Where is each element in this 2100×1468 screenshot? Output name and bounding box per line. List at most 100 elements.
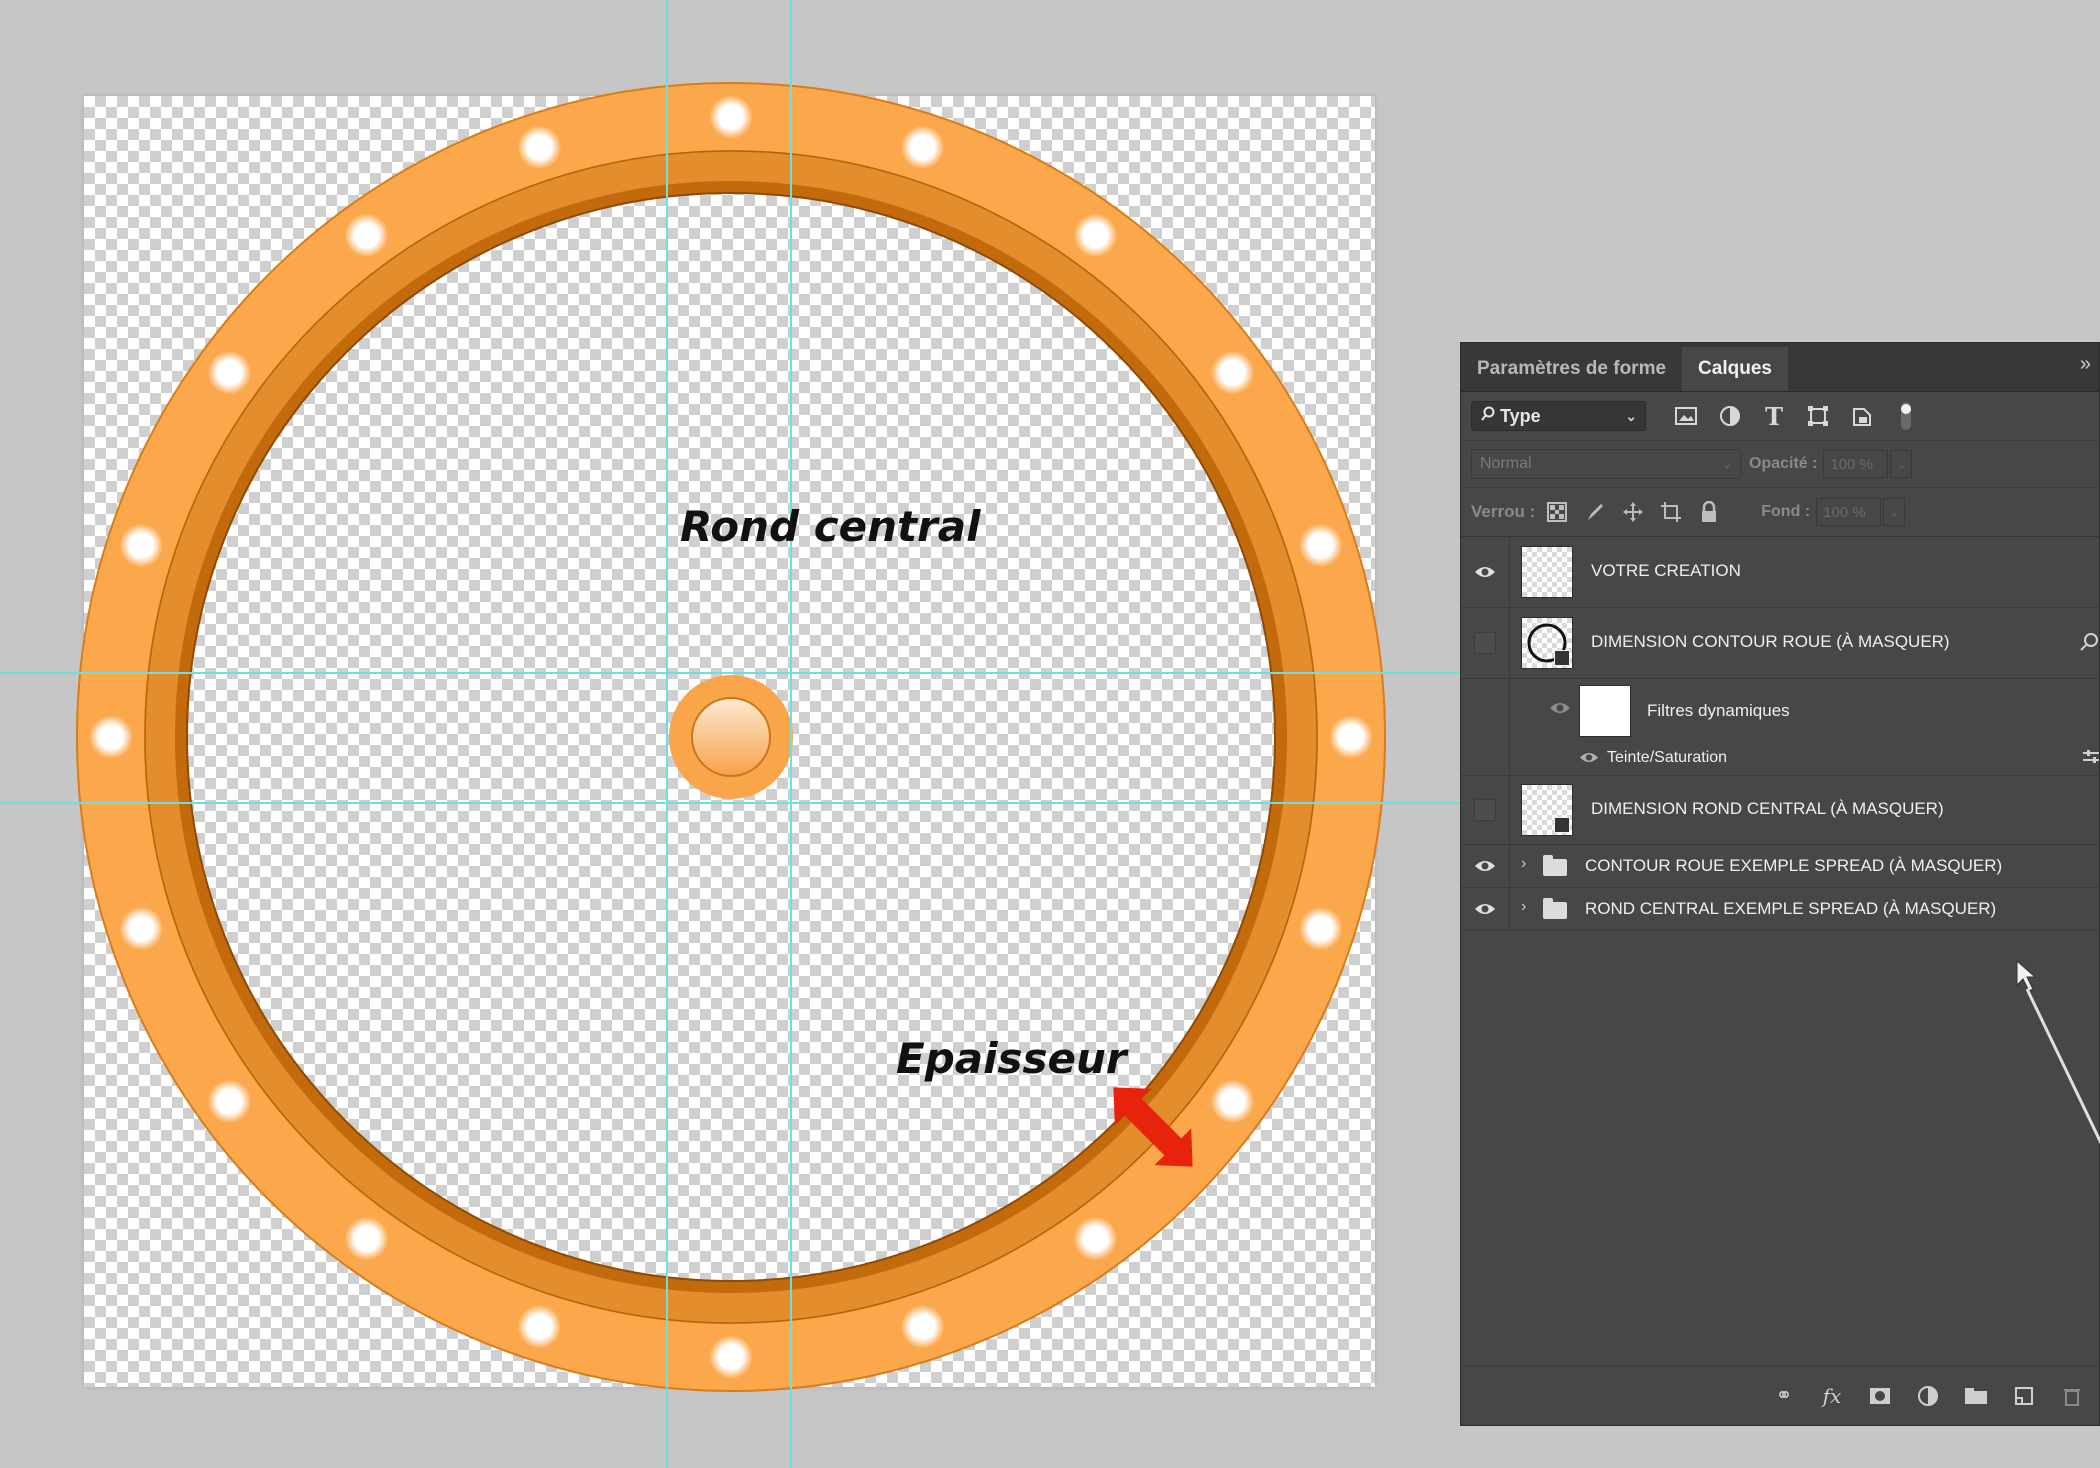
filter-kind-select[interactable]: Type ⌄	[1471, 401, 1646, 431]
folder-icon	[1543, 898, 1567, 919]
new-layer-icon[interactable]	[2011, 1383, 2037, 1409]
wheel-bulb	[119, 906, 164, 951]
layer-name: Filtres dynamiques	[1647, 701, 1790, 720]
lock-transparency-icon[interactable]	[1545, 500, 1569, 524]
visibility-toggle[interactable]	[1461, 537, 1510, 607]
panel-tab-bar: Paramètres de forme Calques »	[1461, 343, 2099, 392]
layer-group-contour-roue[interactable]: › CONTOUR ROUE EXEMPLE SPREAD (À MASQUER…	[1461, 845, 2099, 888]
wheel-bulb	[119, 523, 164, 568]
eye-icon[interactable]	[1579, 751, 1599, 769]
layer-group-rond-central[interactable]: › ROND CENTRAL EXEMPLE SPREAD (À MASQUER…	[1461, 888, 2099, 931]
wheel-bulb	[1210, 1079, 1255, 1124]
tab-layers[interactable]: Calques	[1682, 347, 1788, 391]
chevron-right-icon[interactable]: ›	[1521, 898, 1526, 916]
panel-footer: ⚭ fx	[1461, 1365, 2099, 1425]
smart-object-filter-icon[interactable]	[1848, 402, 1876, 430]
layer-smart-filters[interactable]: Filtres dynamiques	[1461, 679, 2099, 741]
folder-icon	[1543, 855, 1567, 876]
layer-name: DIMENSION CONTOUR ROUE (À MASQUER)	[1591, 632, 1950, 651]
fx-icon[interactable]: fx	[1819, 1383, 1845, 1409]
smart-object-icon	[1554, 817, 1570, 833]
hidden-eye-icon	[1474, 632, 1496, 654]
opacity-label: Opacité :	[1749, 455, 1818, 472]
layer-name: CONTOUR ROUE EXEMPLE SPREAD (À MASQUER)	[1585, 856, 2003, 875]
visibility-toggle[interactable]	[1461, 608, 1510, 678]
layers-panel: Paramètres de forme Calques » Type ⌄ T N…	[1460, 342, 2100, 1426]
visibility-toggle[interactable]	[1461, 776, 1510, 844]
layer-name: VOTRE CREATION	[1591, 561, 1741, 580]
layer-dimension-contour-roue[interactable]: DIMENSION CONTOUR ROUE (À MASQUER)	[1461, 608, 2099, 679]
layer-thumbnail	[1521, 546, 1573, 598]
wheel-bulb	[1298, 523, 1343, 568]
delete-layer-icon[interactable]	[2059, 1383, 2085, 1409]
eye-column	[1461, 679, 1510, 741]
wheel-bulb	[1073, 1216, 1118, 1261]
layer-filter-row: Type ⌄ T	[1461, 392, 2099, 441]
chevron-down-icon[interactable]: ⌄	[1890, 450, 1913, 478]
visibility-toggle[interactable]	[1461, 845, 1510, 887]
wheel-bulb	[344, 213, 389, 258]
mouse-cursor-icon	[2016, 959, 2100, 1144]
fill-field[interactable]: 100 %	[1816, 498, 1882, 526]
image-filter-icon[interactable]	[1672, 402, 1700, 430]
wheel-bulb	[89, 715, 133, 759]
layer-name: DIMENSION ROND CENTRAL (À MASQUER)	[1591, 799, 1944, 818]
chevron-right-icon[interactable]: ›	[1521, 855, 1526, 873]
eye-icon	[1475, 567, 1495, 577]
chevron-down-icon[interactable]: ⌄	[1883, 498, 1906, 526]
adjustment-filter-icon[interactable]	[1716, 402, 1744, 430]
eye-icon	[1475, 861, 1495, 871]
opacity-field[interactable]: 100 %	[1823, 450, 1889, 478]
center-annotation: Rond central	[680, 502, 981, 551]
new-group-icon[interactable]	[1963, 1383, 1989, 1409]
lock-row: Verrou : Fond : 100 % ⌄	[1461, 488, 2099, 537]
lock-position-icon[interactable]	[1621, 500, 1645, 524]
blend-mode-select[interactable]: Normal ⌄	[1471, 449, 1741, 479]
layer-votre-creation[interactable]: VOTRE CREATION	[1461, 537, 2099, 608]
lock-label: Verrou :	[1471, 502, 1536, 521]
lock-all-icon[interactable]	[1697, 500, 1721, 524]
layer-list: VOTRE CREATION DIMENSION CONTOUR ROUE (À…	[1461, 537, 2099, 931]
thickness-annotation: Epaisseur	[896, 1034, 1127, 1083]
wheel-bulb	[344, 1216, 389, 1261]
chevron-down-icon: ⌄	[1721, 457, 1732, 471]
link-layers-icon[interactable]: ⚭	[1771, 1383, 1797, 1409]
shape-filter-icon[interactable]	[1804, 402, 1832, 430]
vertical-guide-right[interactable]	[790, 0, 792, 1468]
hidden-eye-icon	[1474, 799, 1496, 821]
layer-name: Teinte/Saturation	[1607, 749, 1728, 766]
fill-label: Fond :	[1761, 503, 1811, 520]
wheel-bulb	[900, 125, 945, 170]
wheel-bulb	[1298, 906, 1343, 951]
eye-icon[interactable]	[1549, 701, 1571, 720]
layer-thumbnail	[1521, 617, 1573, 669]
vertical-guide-left[interactable]	[666, 0, 668, 1468]
filter-toggle-icon[interactable]	[1892, 402, 1920, 430]
blend-mode-value: Normal	[1480, 455, 1532, 472]
smart-object-icon	[1554, 650, 1570, 666]
smart-filter-indicator-icon	[2079, 632, 2099, 657]
filter-options-icon[interactable]	[2083, 749, 2099, 770]
layer-hue-saturation[interactable]: Teinte/Saturation	[1461, 741, 2099, 776]
tab-shape-properties[interactable]: Paramètres de forme	[1461, 347, 1682, 391]
lock-pixels-icon[interactable]	[1583, 500, 1607, 524]
wheel-bulb	[1073, 213, 1118, 258]
eye-icon	[1475, 904, 1495, 914]
visibility-toggle[interactable]	[1461, 888, 1510, 930]
layer-name: ROND CENTRAL EXEMPLE SPREAD (À MASQUER)	[1585, 899, 1997, 918]
wheel-bulb	[709, 1335, 753, 1379]
eye-column	[1461, 741, 1510, 775]
blend-row: Normal ⌄ Opacité : 100 % ⌄	[1461, 441, 2099, 488]
wheel-bulb	[207, 350, 252, 395]
layer-dimension-rond-central[interactable]: DIMENSION ROND CENTRAL (À MASQUER)	[1461, 776, 2099, 845]
text-filter-icon[interactable]: T	[1760, 402, 1788, 431]
double-chevron-icon[interactable]: »	[2080, 353, 2091, 376]
horizontal-guide-bottom[interactable]	[0, 802, 1460, 804]
new-adjustment-icon[interactable]	[1915, 1383, 1941, 1409]
wheel-bulb	[1329, 715, 1373, 759]
layer-thumbnail	[1521, 784, 1573, 836]
horizontal-guide-top[interactable]	[0, 672, 1460, 674]
add-mask-icon[interactable]	[1867, 1383, 1893, 1409]
wheel-bulb	[517, 125, 562, 170]
lock-artboard-icon[interactable]	[1659, 500, 1683, 524]
